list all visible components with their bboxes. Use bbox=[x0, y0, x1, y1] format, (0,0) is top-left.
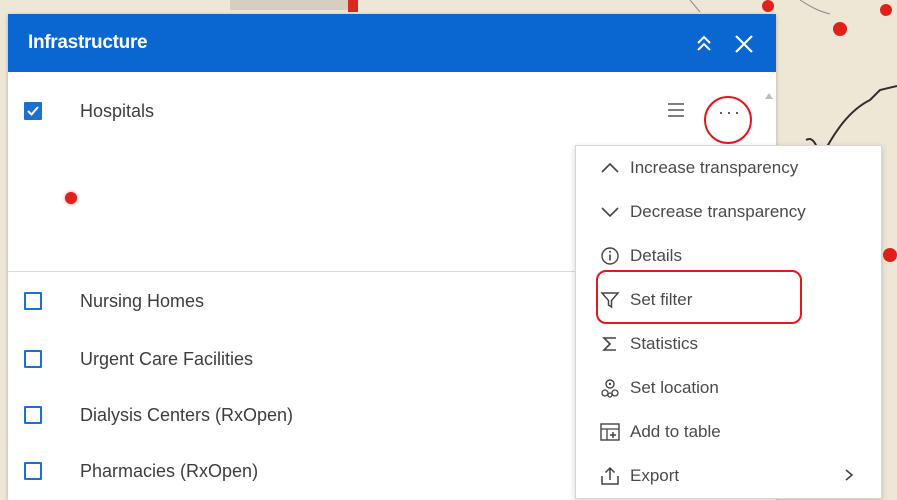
chevron-down-icon bbox=[598, 200, 622, 224]
layer-checkbox[interactable] bbox=[24, 292, 42, 310]
double-chevron-up-icon[interactable] bbox=[688, 28, 720, 60]
menu-item-label: Decrease transparency bbox=[630, 202, 806, 221]
location-icon bbox=[598, 376, 622, 400]
menu-item-increase-transparency[interactable]: Increase transparency bbox=[576, 146, 881, 190]
highlight-box bbox=[596, 270, 802, 324]
map-marker bbox=[762, 0, 774, 12]
layer-checkbox[interactable] bbox=[24, 462, 42, 480]
menu-item-label: Add to table bbox=[630, 422, 721, 441]
layer-label: Dialysis Centers (RxOpen) bbox=[80, 405, 294, 425]
sigma-icon bbox=[598, 332, 622, 356]
map-marker bbox=[833, 22, 847, 36]
menu-item-label: Details bbox=[630, 246, 682, 265]
highlight-ring bbox=[704, 96, 752, 144]
map-marker bbox=[883, 248, 897, 262]
layer-label: Hospitals bbox=[80, 101, 155, 121]
close-icon[interactable] bbox=[728, 28, 760, 60]
scroll-up-arrow[interactable] bbox=[765, 93, 773, 99]
menu-item-label: Export bbox=[630, 466, 680, 485]
menu-item-add-to-table[interactable]: Add to table bbox=[576, 410, 881, 454]
legend-symbol bbox=[65, 192, 77, 204]
menu-item-set-location[interactable]: Set location bbox=[576, 366, 881, 410]
chevron-up-icon bbox=[598, 156, 622, 180]
export-icon bbox=[598, 464, 622, 488]
chevron-right-icon bbox=[844, 468, 854, 487]
info-icon bbox=[598, 244, 622, 268]
layer-label: Pharmacies (RxOpen) bbox=[80, 461, 259, 481]
menu-item-statistics[interactable]: Statistics bbox=[576, 322, 881, 366]
layer-checkbox-hospitals[interactable] bbox=[24, 102, 42, 120]
list-icon[interactable] bbox=[666, 102, 686, 118]
layer-label: Urgent Care Facilities bbox=[80, 349, 254, 369]
panel-title: Infrastructure bbox=[28, 32, 148, 53]
menu-item-export[interactable]: Export bbox=[576, 454, 881, 498]
menu-item-label: Set location bbox=[630, 378, 719, 397]
layer-checkbox[interactable] bbox=[24, 350, 42, 368]
table-add-icon bbox=[598, 420, 622, 444]
menu-item-label: Statistics bbox=[630, 334, 699, 353]
map-marker bbox=[880, 4, 892, 16]
menu-item-label: Increase transparency bbox=[630, 158, 799, 177]
panel-header: Infrastructure bbox=[8, 14, 776, 72]
layer-checkbox[interactable] bbox=[24, 406, 42, 424]
layer-label: Nursing Homes bbox=[80, 291, 205, 311]
menu-item-decrease-transparency[interactable]: Decrease transparency bbox=[576, 190, 881, 234]
